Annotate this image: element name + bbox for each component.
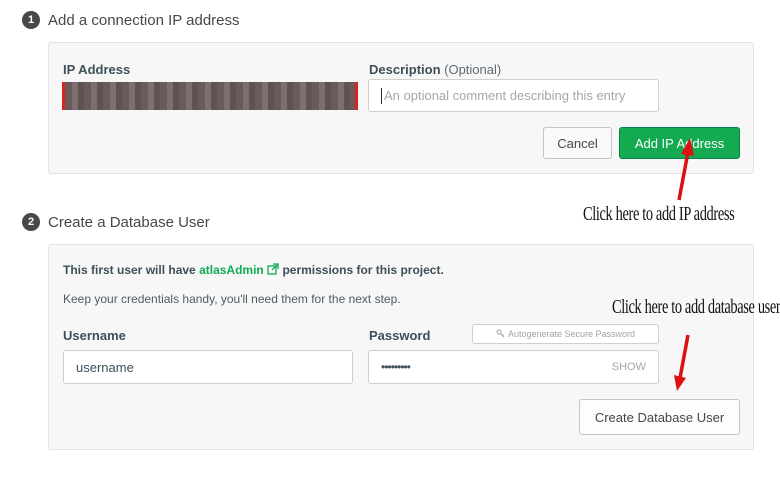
arrow-icon: [677, 138, 694, 201]
annotation-arrows: [674, 138, 694, 391]
arrow-icon: [674, 334, 690, 391]
ip-annotation-note: Click here to add IP address: [583, 203, 735, 225]
user-annotation-note: Click here to add database user: [612, 296, 780, 318]
